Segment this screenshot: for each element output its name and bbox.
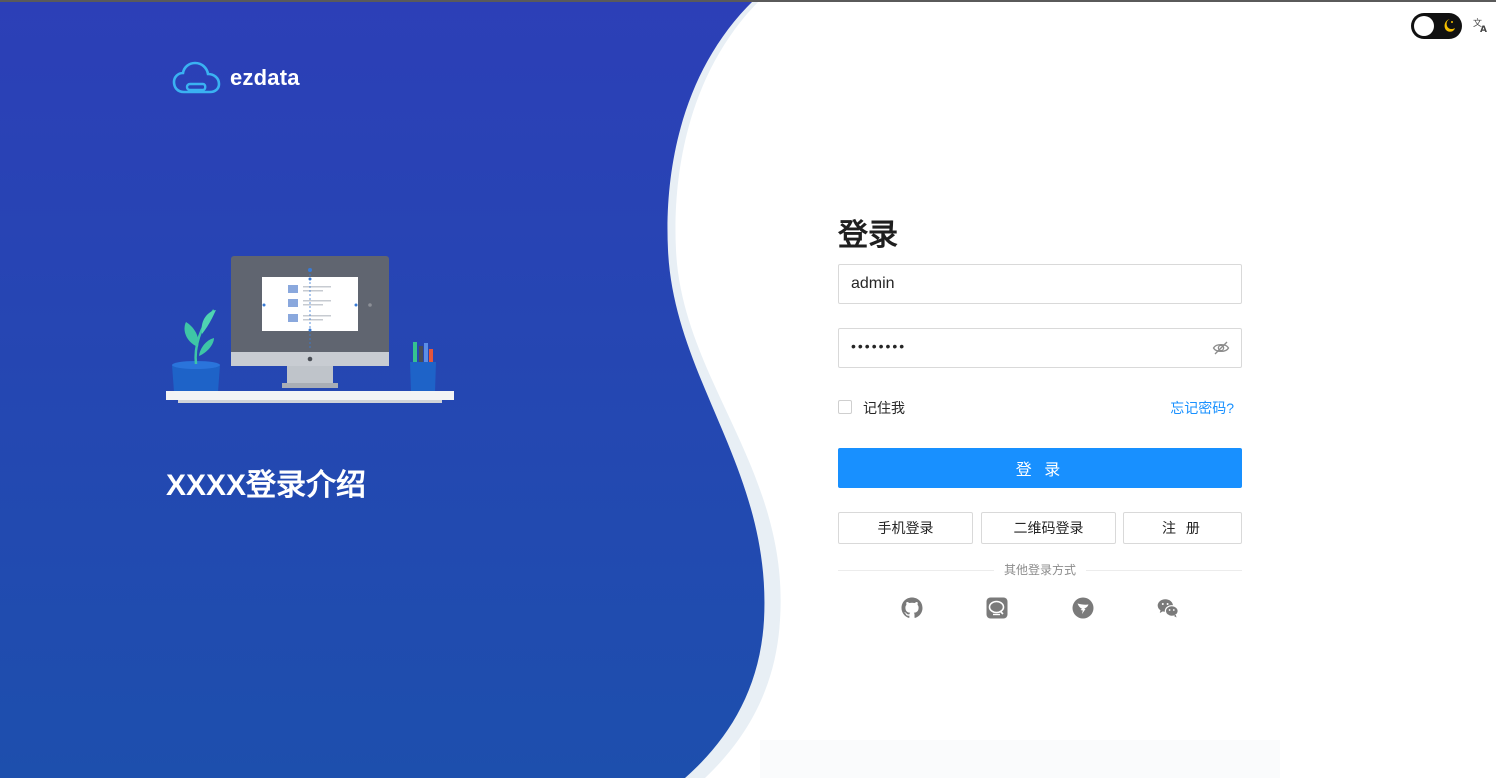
desk-computer-illustration [166, 256, 454, 403]
brand-logo[interactable]: ezdata [172, 60, 300, 96]
login-button[interactable]: 登 录 [838, 448, 1242, 488]
other-login-methods-label: 其他登录方式 [1004, 563, 1077, 577]
remember-me-checkbox[interactable] [838, 400, 852, 414]
phone-login-button[interactable]: 手机登录 [838, 512, 973, 544]
dark-mode-toggle[interactable] [1411, 13, 1462, 39]
cloud-logo-icon [172, 61, 221, 94]
username-field[interactable] [838, 264, 1242, 304]
password-input[interactable]: •••••••• [851, 338, 906, 354]
remember-row: 记住我 忘记密码? [838, 398, 1242, 418]
window-top-border [0, 0, 1496, 2]
svg-text:A: A [1480, 25, 1487, 33]
login-title: 登录 [838, 219, 898, 252]
brand-name: ezdata [230, 65, 300, 90]
password-field[interactable]: •••••••• [838, 328, 1242, 368]
toggle-knob [1414, 16, 1434, 36]
dingtalk-icon[interactable] [1071, 596, 1095, 620]
login-page: ezdata XXXX登录介绍 文 A 登录 admin •••••••• 记住… [0, 0, 1496, 778]
other-login-divider: 其他登录方式 [838, 562, 1242, 578]
translate-icon[interactable]: 文 A [1473, 17, 1489, 33]
qq-chat-icon[interactable] [985, 596, 1009, 620]
login-form: 登录 •••••••• 记住我 忘记密码? 登 录 手机登录 二维码登录 注 册… [838, 216, 1242, 619]
github-icon[interactable] [900, 596, 924, 620]
wechat-icon[interactable] [1156, 596, 1180, 620]
register-button[interactable]: 注 册 [1123, 512, 1242, 544]
divider-line-left [838, 570, 994, 571]
username-input[interactable] [839, 265, 1191, 303]
forgot-password-link[interactable]: 忘记密码? [1170, 398, 1234, 418]
intro-heading: XXXX登录介绍 [166, 469, 367, 502]
moon-icon [1444, 19, 1455, 32]
eye-invisible-icon[interactable] [1212, 339, 1230, 357]
remember-me-label[interactable]: 记住我 [863, 398, 905, 418]
qr-login-button[interactable]: 二维码登录 [981, 512, 1116, 544]
divider-line-right [1086, 570, 1242, 571]
